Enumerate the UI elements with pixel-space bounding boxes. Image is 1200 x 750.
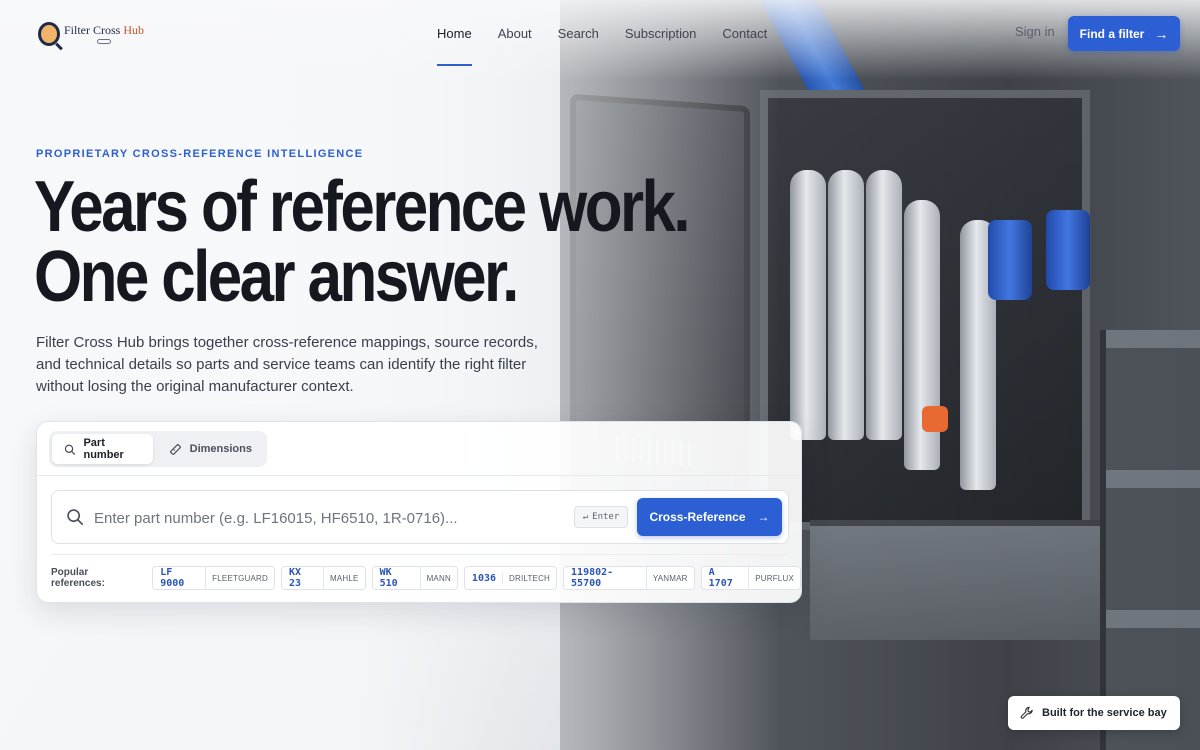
chip-brand: FLEETGUARD [212, 573, 268, 583]
cross-reference-label: Cross-Reference [649, 510, 746, 524]
chip-brand: YANMAR [652, 573, 688, 583]
sign-in-link[interactable]: Sign in [1015, 24, 1055, 39]
search-icon [67, 509, 84, 526]
popular-reference-chip[interactable]: KX 23 MAHLE [280, 566, 366, 590]
hero-eyebrow: PROPRIETARY CROSS-REFERENCE INTELLIGENCE [36, 148, 364, 160]
wrench-icon [1020, 706, 1033, 719]
logo-text: Filter Cross Hub [64, 24, 144, 36]
hero-headline-line1: Years of reference work. [34, 167, 691, 247]
search-bar: ↵ Enter Cross-Reference → [51, 490, 789, 544]
popular-references: Popular references: LF 9000 FLEETGUARD K… [51, 566, 801, 590]
tab-dimensions[interactable]: Dimensions [157, 434, 264, 464]
chip-part-number: A 1707 [709, 567, 750, 589]
chip-part-number: WK 510 [380, 567, 421, 589]
arrow-right-icon: → [1154, 25, 1169, 42]
nav-about[interactable]: About [498, 0, 532, 66]
arrow-right-icon: → [757, 510, 770, 524]
nav-search[interactable]: Search [558, 0, 599, 66]
tab-part-number-label: Part number [83, 437, 124, 461]
hero-headline-line2: One clear answer. [34, 237, 519, 317]
site-header: Filter Cross Hub Home About Search Subsc… [0, 0, 1200, 70]
popular-reference-chip[interactable]: LF 9000 FLEETGUARD [152, 566, 275, 590]
service-bay-badge-label: Built for the service bay [1042, 707, 1167, 719]
card-divider [37, 475, 801, 476]
cross-reference-button[interactable]: Cross-Reference → [637, 498, 782, 536]
tab-dimensions-label: Dimensions [189, 443, 252, 455]
part-number-input[interactable] [94, 505, 564, 531]
logo-text-part2: Hub [123, 23, 144, 37]
enter-key-hint: ↵ Enter [574, 506, 628, 528]
nav-contact[interactable]: Contact [722, 0, 767, 66]
search-mode-tabs: Part number Dimensions [49, 431, 267, 467]
enter-key-label: Enter [592, 512, 620, 522]
nav-subscription[interactable]: Subscription [625, 0, 697, 66]
main-nav: Home About Search Subscription Contact [437, 0, 793, 70]
popular-references-label: Popular references: [51, 567, 105, 589]
popular-reference-chip[interactable]: 1036 DRILTECH [463, 566, 558, 590]
popular-reference-chip[interactable]: A 1707 PURFLUX [700, 566, 801, 590]
search-card: Part number Dimensions ↵ Enter Cross-Ref… [36, 421, 802, 603]
logo-text-part1: Filter Cross [63, 23, 124, 37]
chip-brand: MANN [426, 573, 451, 583]
logo-wordmark: Filter Cross Hub [64, 24, 144, 44]
card-divider [51, 554, 787, 555]
ruler-icon [169, 443, 181, 455]
chip-brand: MAHLE [330, 573, 359, 583]
chip-brand: PURFLUX [755, 573, 794, 583]
chip-brand: DRILTECH [509, 573, 551, 583]
hero-description: Filter Cross Hub brings together cross-r… [36, 334, 538, 395]
logo-emblem [96, 39, 111, 44]
find-a-filter-label: Find a filter [1079, 26, 1145, 41]
search-icon [64, 444, 75, 455]
magnifier-logo-icon [38, 22, 60, 46]
nav-home[interactable]: Home [437, 0, 472, 66]
chip-part-number: LF 9000 [160, 567, 207, 589]
tab-part-number[interactable]: Part number [52, 434, 153, 464]
find-a-filter-button[interactable]: Find a filter → [1068, 16, 1180, 51]
chip-part-number: KX 23 [289, 567, 324, 589]
chip-part-number: 1036 [472, 572, 504, 584]
enter-key-icon: ↵ [582, 512, 589, 522]
site-logo[interactable]: Filter Cross Hub [38, 14, 144, 54]
service-bay-badge: Built for the service bay [1008, 696, 1180, 730]
popular-reference-chip[interactable]: 119802-55700 YANMAR [563, 566, 695, 590]
hero-headline: Years of reference work. One clear answe… [34, 167, 691, 317]
popular-reference-chip[interactable]: WK 510 MANN [371, 566, 458, 590]
chip-part-number: 119802-55700 [571, 567, 647, 589]
